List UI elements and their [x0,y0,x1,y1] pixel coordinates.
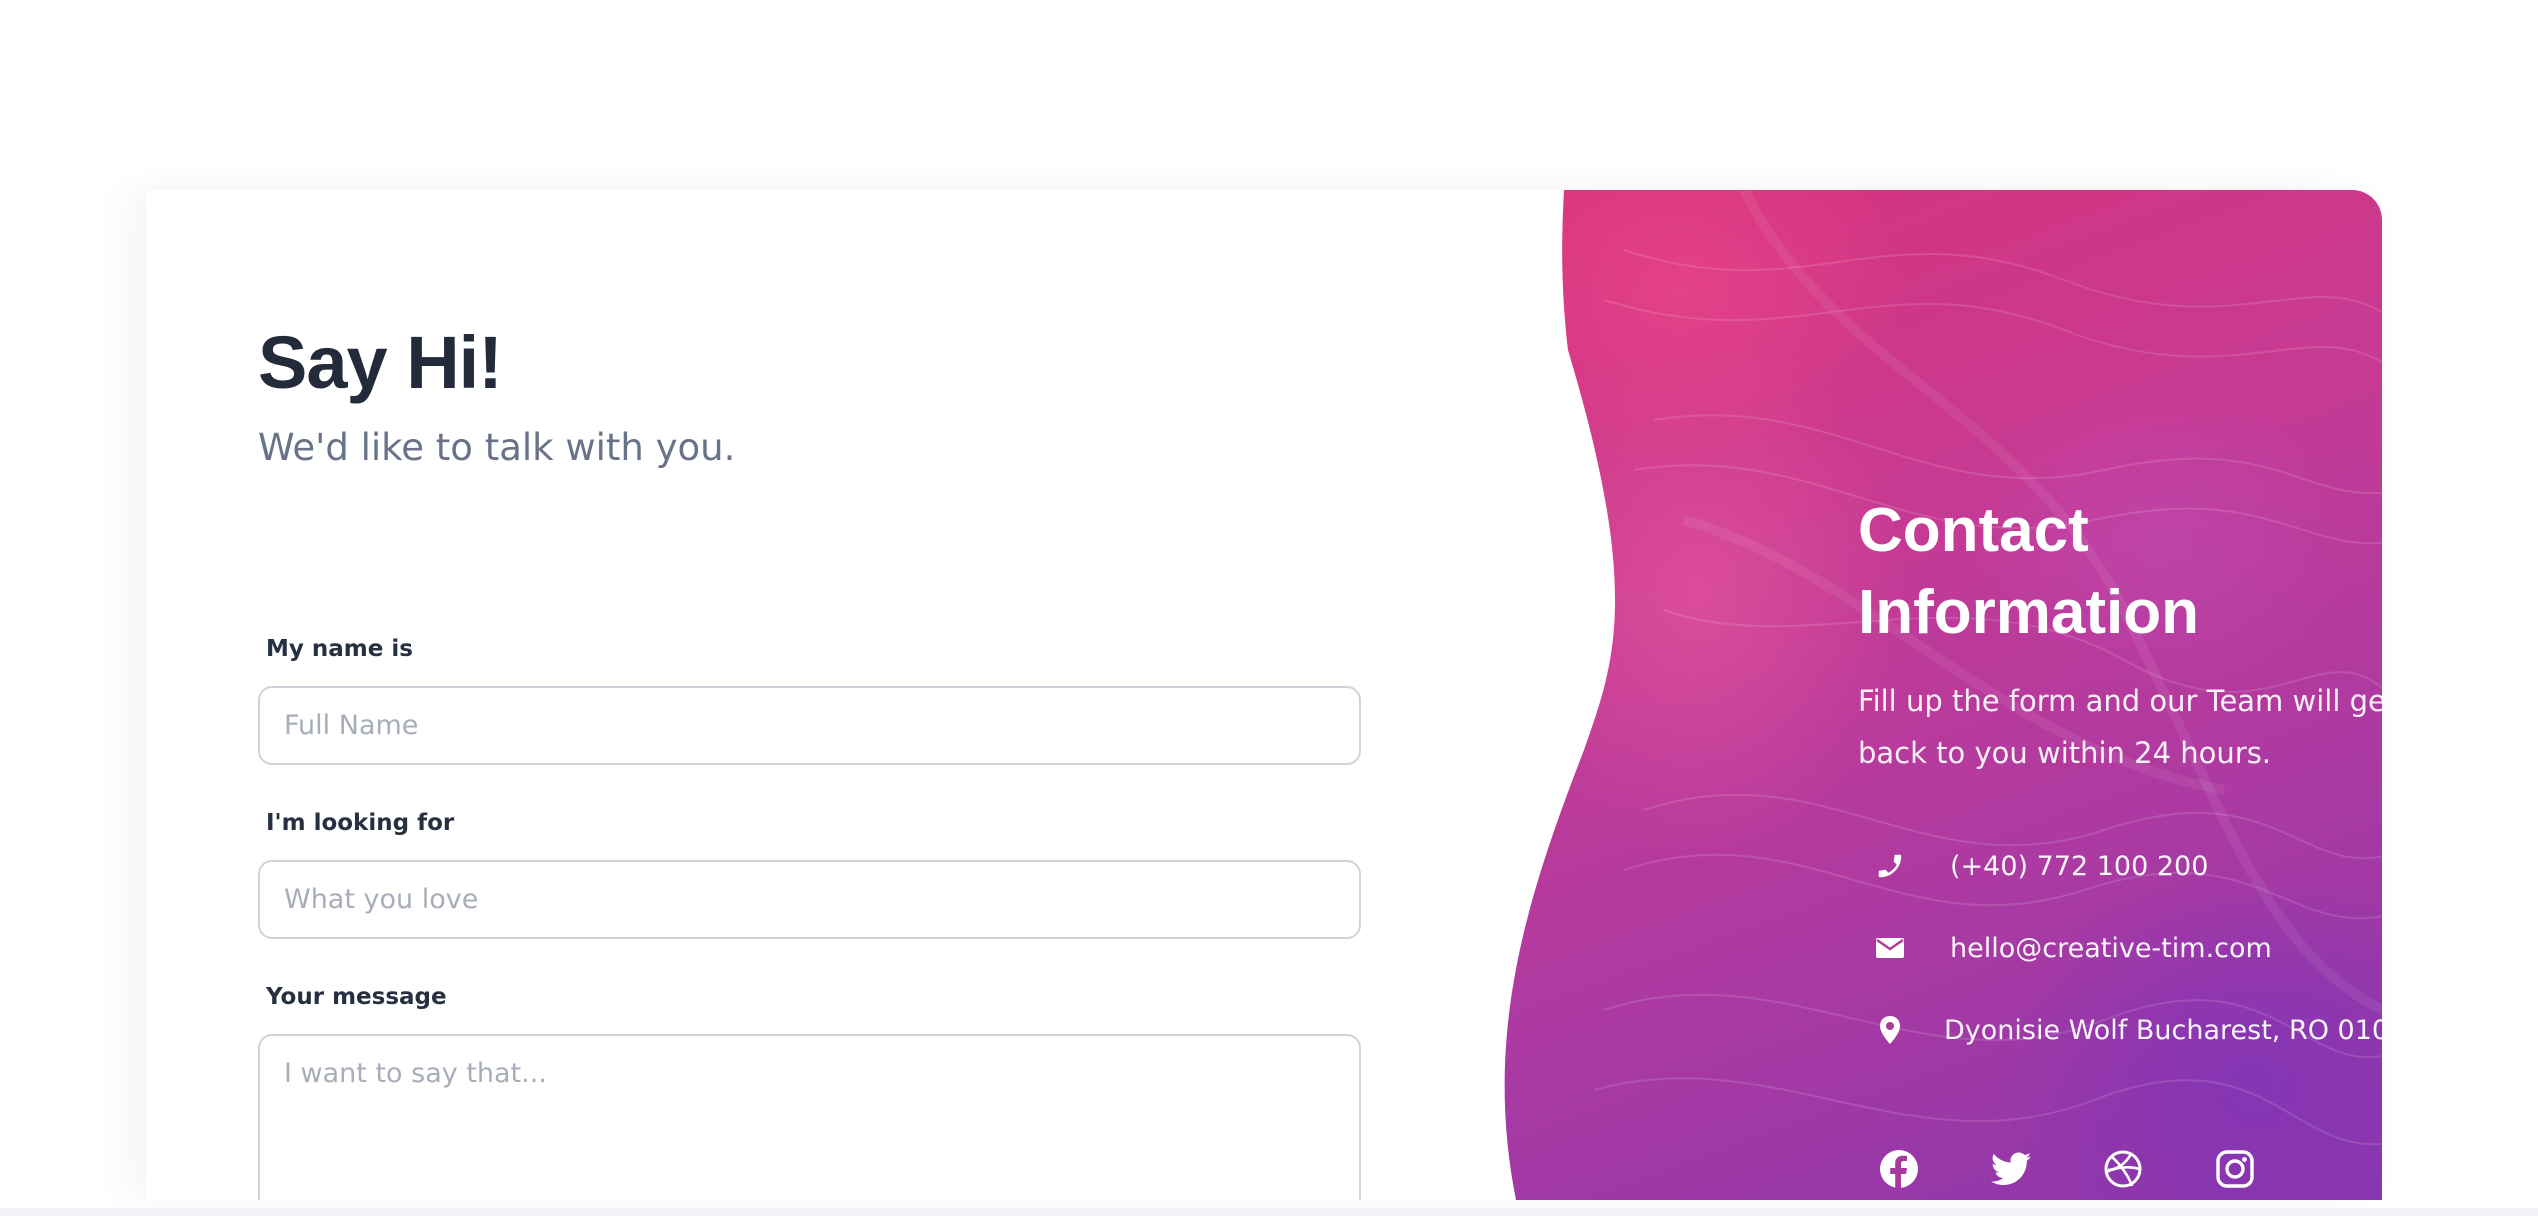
message-textarea[interactable] [258,1034,1361,1200]
facebook-icon[interactable] [1878,1148,1920,1190]
page-subtitle: We'd like to talk with you. [258,426,736,469]
message-label: Your message [266,984,447,1010]
page-title: Say Hi! [258,321,503,404]
social-links [1878,1148,2326,1190]
email-row: hello@creative-tim.com [1874,928,2272,968]
page-bottom-border [0,1208,2538,1216]
contact-page: Say Hi! We'd like to talk with you. My n… [0,0,2538,1216]
contact-info-panel: Contact Information Fill up the form and… [1504,190,2382,1200]
address-row: Dyonisie Wolf Bucharest, RO 010458 [1874,1010,2382,1050]
phone-icon [1874,850,1906,882]
contact-info-title: Contact Information [1858,496,2199,647]
map-pin-icon [1874,1014,1906,1046]
street-address: Dyonisie Wolf Bucharest, RO 010458 [1944,1014,2382,1046]
contact-info-description: Fill up the form and our Team will get b… [1858,684,2382,770]
email-address: hello@creative-tim.com [1950,932,2272,964]
name-label: My name is [266,636,413,662]
contact-card: Say Hi! We'd like to talk with you. My n… [146,190,2382,1200]
instagram-icon[interactable] [2214,1148,2256,1190]
full-name-input[interactable] [258,686,1361,765]
phone-number: (+40) 772 100 200 [1950,850,2209,882]
twitter-icon[interactable] [1990,1148,2032,1190]
envelope-icon [1874,932,1906,964]
dribbble-icon[interactable] [2102,1148,2144,1190]
looking-for-label: I'm looking for [266,810,455,836]
looking-for-input[interactable] [258,860,1361,939]
contact-form-section: Say Hi! We'd like to talk with you. My n… [258,190,1408,1200]
phone-row: (+40) 772 100 200 [1874,846,2208,886]
